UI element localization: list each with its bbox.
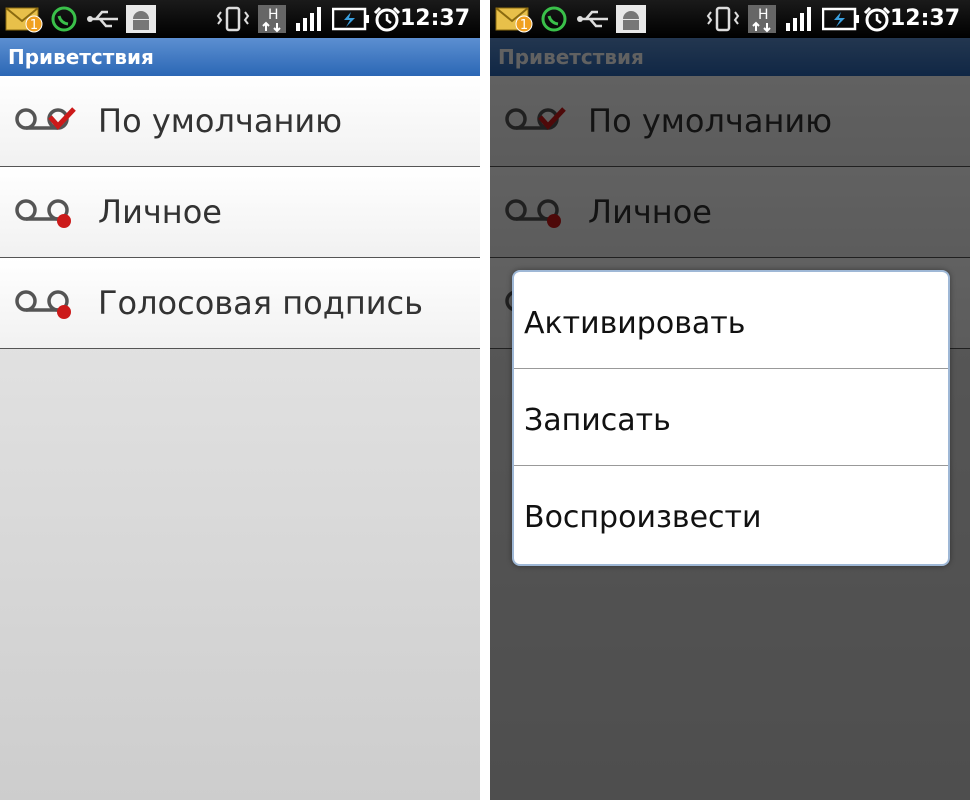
greeting-item-personal[interactable]: Личное bbox=[0, 167, 480, 258]
menu-item-activate[interactable]: Активировать bbox=[514, 272, 948, 369]
network-label: H bbox=[268, 7, 279, 23]
mail-notification-icon: 1 bbox=[5, 7, 43, 33]
voicemail-record-icon bbox=[15, 199, 71, 228]
vibrate-icon bbox=[216, 6, 250, 32]
alarm-icon bbox=[373, 6, 401, 32]
battery-charging-icon bbox=[822, 7, 859, 31]
network-label: H bbox=[758, 7, 769, 23]
alarm-icon bbox=[863, 6, 891, 32]
network-h-icon: H bbox=[748, 5, 776, 33]
notification-count: 1 bbox=[520, 18, 528, 33]
status-bar: 1 H 12:37 bbox=[490, 0, 970, 38]
page-title: Приветствия bbox=[0, 38, 480, 76]
greeting-label: Личное bbox=[98, 193, 222, 231]
mail-notification-icon: 1 bbox=[495, 7, 533, 33]
greeting-item-default[interactable]: По умолчанию bbox=[0, 76, 480, 167]
whatsapp-icon bbox=[51, 6, 77, 32]
context-menu-dialog: Активировать Записать Воспроизвести bbox=[512, 270, 950, 566]
android-debug-icon bbox=[616, 5, 646, 33]
menu-item-record[interactable]: Записать bbox=[514, 369, 948, 466]
status-bar: 1 H 12:37 bbox=[0, 0, 480, 38]
greetings-list: По умолчанию Личное Голосовая подпись bbox=[0, 76, 480, 349]
greeting-label: Голосовая подпись bbox=[98, 284, 423, 322]
vibrate-icon bbox=[706, 6, 740, 32]
greeting-label: По умолчанию bbox=[98, 102, 343, 140]
screen-divider bbox=[480, 0, 490, 800]
whatsapp-icon bbox=[541, 6, 567, 32]
android-debug-icon bbox=[126, 5, 156, 33]
voicemail-check-icon bbox=[15, 107, 76, 130]
usb-icon bbox=[87, 10, 118, 28]
clock: 12:37 bbox=[399, 6, 470, 31]
phone-screen-list: 1 H 12:37 Приветствия По умолчанию Лично… bbox=[0, 0, 480, 800]
voicemail-record-icon bbox=[15, 290, 71, 319]
signal-icon bbox=[786, 7, 811, 31]
phone-screen-context-menu: 1 H 12:37 Активировать Записать Воспроиз… bbox=[490, 0, 970, 800]
clock: 12:37 bbox=[889, 6, 960, 31]
usb-icon bbox=[577, 10, 608, 28]
notification-count: 1 bbox=[30, 18, 38, 33]
battery-charging-icon bbox=[332, 7, 369, 31]
greeting-item-voice-signature[interactable]: Голосовая подпись bbox=[0, 258, 480, 349]
menu-item-play[interactable]: Воспроизвести bbox=[514, 466, 948, 563]
signal-icon bbox=[296, 7, 321, 31]
network-h-icon: H bbox=[258, 5, 286, 33]
